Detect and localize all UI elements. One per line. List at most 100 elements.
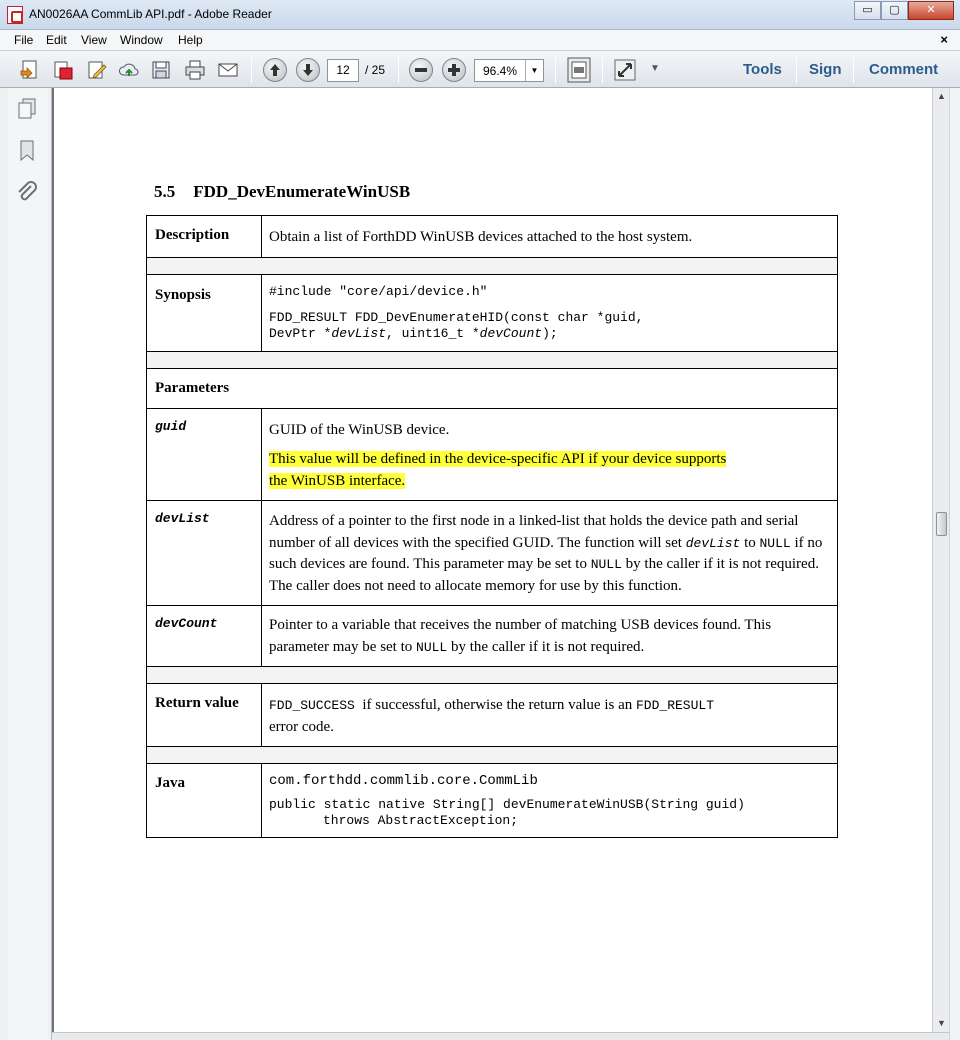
window-frame-bottom [52, 1032, 949, 1040]
tools-pane-button[interactable]: Tools [743, 61, 782, 78]
menu-bar: File Edit View Window Help × [0, 30, 960, 50]
title-bar: AN0026AA CommLib API.pdf - Adobe Reader … [0, 0, 960, 30]
plus-icon [448, 64, 460, 76]
synopsis-code: #include "core/api/device.h" FDD_RESULT … [261, 273, 838, 352]
previous-page-button[interactable] [263, 58, 287, 82]
cloud-upload-icon[interactable] [118, 59, 140, 81]
code-param-devcount: devCount [479, 325, 543, 341]
param-devcount-name: devCount [146, 605, 262, 667]
page-total: / 25 [365, 63, 386, 77]
param-guid-name: guid [146, 407, 262, 501]
comment-pane-button[interactable]: Comment [869, 61, 938, 78]
close-document-button[interactable]: × [940, 32, 948, 47]
table-spacer-row [146, 746, 838, 764]
maximize-button[interactable]: ▢ [881, 1, 908, 20]
java-signature-line1: public static native String[] devEnumera… [269, 797, 745, 812]
attachments-paperclip-icon[interactable] [14, 180, 40, 206]
bookmarks-icon[interactable] [14, 138, 40, 164]
highlighted-text[interactable]: the WinUSB interface. [269, 472, 406, 489]
chevron-down-icon[interactable]: ▼ [525, 60, 543, 81]
param-guid-desc: GUID of the WinUSB device. This value wi… [261, 407, 838, 501]
scrollbar-thumb[interactable] [936, 512, 947, 536]
code-fdd-result: FDD_RESULT [636, 698, 715, 713]
next-page-button[interactable] [296, 58, 320, 82]
scroll-down-arrow-icon[interactable]: ▼ [933, 1015, 950, 1032]
vertical-scrollbar[interactable]: ▲ ▼ [932, 88, 949, 1032]
code-fragment: DevPtr * [269, 325, 332, 341]
text-fragment: if successful, otherwise the return valu… [354, 697, 636, 713]
code-null: NULL [590, 557, 622, 572]
code-fragment: , uint16_t * [386, 325, 480, 341]
java-row: Java com.forthdd.commlib.core.CommLib pu… [146, 763, 838, 838]
return-value-label: Return value [146, 683, 262, 747]
sign-pane-button[interactable]: Sign [809, 61, 842, 78]
toolbar-separator [796, 57, 797, 83]
param-guid-note: This value will be defined in the device… [269, 449, 829, 492]
param-devlist-name: devList [146, 500, 262, 606]
fit-page-icon[interactable] [567, 57, 591, 83]
open-file-icon[interactable] [52, 59, 74, 81]
toolbar-separator [602, 57, 603, 83]
text-fragment: by the caller if it is not required. [447, 638, 645, 655]
toolbar: 12 / 25 96.4% ▼ ▼ Tools Sign Comment [0, 50, 960, 88]
code-fdd-success: FDD_SUCCESS [269, 698, 355, 713]
api-reference-table: Description Obtain a list of ForthDD Win… [146, 215, 838, 838]
param-devlist-desc: Address of a pointer to the first node i… [261, 500, 838, 606]
edit-pdf-icon[interactable] [86, 59, 108, 81]
code-param-devlist: devList [331, 325, 387, 341]
synopsis-signature-line2: DevPtr *devList, uint16_t *devCount); [269, 326, 829, 342]
toolbar-more-chevron-icon[interactable]: ▼ [650, 63, 660, 74]
minimize-button[interactable]: ▭ [854, 1, 881, 20]
close-button[interactable]: ✕ [908, 1, 954, 20]
param-devlist-row: devList Address of a pointer to the firs… [146, 500, 838, 606]
code-null: NULL [759, 535, 791, 551]
arrow-up-icon [270, 64, 280, 76]
adobe-pdf-icon [7, 6, 23, 24]
code-param-devlist: devList [685, 535, 741, 551]
param-devcount-desc: Pointer to a variable that receives the … [261, 605, 838, 667]
page-edge [52, 88, 54, 1032]
window-frame-right [949, 88, 960, 1040]
full-screen-icon[interactable] [614, 59, 636, 81]
print-icon[interactable] [184, 59, 206, 81]
email-icon[interactable] [217, 59, 239, 81]
table-spacer-row [146, 350, 838, 369]
code-null: NULL [416, 639, 448, 655]
zoom-out-button[interactable] [409, 58, 433, 82]
java-binding: com.forthdd.commlib.core.CommLib public … [261, 763, 838, 838]
navigation-pane [0, 88, 52, 1040]
param-guid-text: GUID of the WinUSB device. [269, 421, 450, 438]
java-label: Java [146, 763, 262, 838]
menu-help[interactable]: Help [178, 33, 203, 47]
menu-file[interactable]: File [14, 33, 33, 47]
page-thumbnails-icon[interactable] [14, 96, 40, 122]
parameters-header-row: Parameters [146, 367, 838, 409]
zoom-select[interactable]: 96.4% ▼ [474, 59, 544, 82]
menu-view[interactable]: View [81, 33, 107, 47]
create-pdf-icon[interactable] [19, 59, 41, 81]
highlighted-text[interactable]: This value will be defined in the device… [269, 451, 727, 467]
return-value-row: Return value FDD_SUCCESS if successful, … [146, 683, 838, 747]
toolbar-separator [398, 57, 399, 83]
text-fragment: to [740, 534, 760, 551]
save-icon[interactable] [150, 59, 172, 81]
param-devcount-row: devCount Pointer to a variable that rece… [146, 605, 838, 667]
page-number-input[interactable]: 12 [327, 59, 359, 82]
synopsis-label: Synopsis [146, 273, 262, 352]
parameters-label: Parameters [146, 367, 838, 409]
menu-edit[interactable]: Edit [46, 33, 67, 47]
zoom-in-button[interactable] [442, 58, 466, 82]
menu-window[interactable]: Window [120, 33, 163, 47]
description-row: Description Obtain a list of ForthDD Win… [146, 215, 838, 258]
description-label: Description [146, 215, 262, 258]
scroll-up-arrow-icon[interactable]: ▲ [933, 88, 950, 105]
table-spacer-row [146, 666, 838, 684]
arrow-down-icon [303, 64, 313, 76]
minus-icon [415, 68, 427, 72]
text-fragment: error code. [269, 718, 334, 735]
navigation-strip [8, 88, 48, 1040]
toolbar-separator [853, 57, 854, 83]
toolbar-separator [555, 57, 556, 83]
toolbar-separator [251, 57, 252, 83]
section-number: 5.5 [154, 182, 176, 201]
